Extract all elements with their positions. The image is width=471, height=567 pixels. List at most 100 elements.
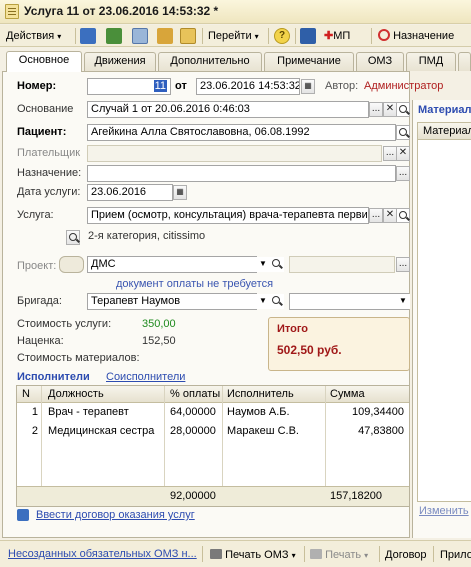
print-button[interactable]: Печать ▾ bbox=[310, 546, 368, 564]
chevron-down-icon[interactable]: ▼ bbox=[256, 257, 270, 272]
help-icon[interactable]: ? bbox=[274, 28, 290, 44]
footer-sum: 157,18200 bbox=[330, 490, 382, 502]
printer-icon bbox=[210, 549, 222, 559]
basis-label: Основание bbox=[17, 103, 74, 115]
table-row[interactable]: 1 Врач - терапевт 64,00000 Наумов А.Б. 1… bbox=[17, 404, 409, 422]
apply-button[interactable]: Прило bbox=[440, 546, 471, 564]
chevron-down-icon[interactable]: ▼ bbox=[396, 294, 410, 309]
copy-icon[interactable] bbox=[132, 28, 148, 44]
mp-button[interactable]: ✚МП bbox=[324, 27, 350, 45]
col-header-n[interactable]: N bbox=[19, 386, 41, 403]
unfilled-omz-link[interactable]: Несозданных обязательных ОМЗ н... bbox=[8, 548, 197, 560]
cell-n: 1 bbox=[31, 406, 38, 418]
cell-sum: 109,34400 bbox=[352, 406, 404, 418]
materials-col-header[interactable]: Материал bbox=[420, 123, 471, 140]
col-header-percent[interactable]: % оплаты bbox=[167, 386, 223, 403]
payer-field[interactable] bbox=[87, 145, 382, 162]
service-select-button[interactable]: ... bbox=[369, 208, 383, 223]
cell-position: Врач - терапевт bbox=[48, 406, 129, 418]
project-field[interactable]: ДМС bbox=[87, 256, 257, 273]
service-clear-icon[interactable]: ✕ bbox=[383, 208, 397, 223]
assignment-button[interactable]: Назначение bbox=[378, 27, 454, 45]
cell-performer: Маракеш С.В. bbox=[227, 425, 299, 437]
table-row[interactable]: 2 Медицинская сестра 28,00000 Маракеш С.… bbox=[17, 423, 409, 441]
cell-position: Медицинская сестра bbox=[48, 425, 155, 437]
payment-note: документ оплаты не требуется bbox=[116, 278, 274, 290]
contract-link[interactable]: Ввести договор оказания услуг bbox=[36, 509, 195, 521]
service-label: Услуга: bbox=[17, 209, 54, 221]
tab-main[interactable]: Основное bbox=[6, 51, 82, 72]
brigade-field[interactable]: Терапевт Наумов bbox=[87, 293, 257, 310]
project-extra-field[interactable] bbox=[289, 256, 395, 273]
service-date-field[interactable]: 23.06.2016 bbox=[87, 184, 173, 201]
tab-additional[interactable]: Дополнительно bbox=[158, 52, 262, 71]
col-header-position[interactable]: Должность bbox=[45, 386, 163, 403]
contract-button[interactable]: Договор bbox=[385, 546, 427, 564]
tab-omz[interactable]: ОМЗ bbox=[356, 52, 404, 71]
project-extra-select[interactable]: ... bbox=[396, 257, 410, 272]
chevron-down-icon[interactable]: ▼ bbox=[256, 294, 270, 309]
materials-header: Материал bbox=[417, 122, 471, 140]
total-label: Итого bbox=[277, 323, 309, 335]
tab-strip: Основное Движения Дополнительно Примечан… bbox=[0, 51, 471, 72]
tab-pmd[interactable]: ПМД bbox=[406, 52, 456, 71]
patient-field[interactable]: Агейкина Алла Святославовна, 06.08.1992 bbox=[87, 124, 396, 141]
category-search-icon[interactable] bbox=[66, 230, 80, 245]
basis-open-icon[interactable] bbox=[396, 102, 410, 117]
project-label: Проект: bbox=[17, 260, 57, 272]
plus-cross-icon: ✚ bbox=[324, 30, 334, 42]
performers-tab[interactable]: Исполнители bbox=[17, 371, 90, 383]
document-icon bbox=[5, 4, 19, 19]
materials-panel: Материал Материал Изменить bbox=[412, 100, 471, 538]
col-header-performer[interactable]: Исполнитель bbox=[224, 386, 324, 403]
cell-percent: 28,00000 bbox=[170, 425, 216, 437]
table-header: N Должность % оплаты Исполнитель Сумма bbox=[17, 386, 409, 403]
payer-select-button[interactable]: ... bbox=[383, 146, 397, 161]
brigade-extra-field[interactable] bbox=[289, 293, 409, 310]
tab-movements[interactable]: Движения bbox=[84, 52, 156, 71]
refresh-icon[interactable] bbox=[106, 28, 122, 44]
chevron-down-icon: ▾ bbox=[254, 32, 259, 41]
markup-value: 152,50 bbox=[142, 335, 176, 347]
project-toggle[interactable] bbox=[59, 256, 84, 273]
title-bar: Услуга 11 от 23.06.2016 14:53:32 * bbox=[0, 0, 471, 24]
service-open-icon[interactable] bbox=[396, 208, 410, 223]
basis-clear-icon[interactable]: ✕ bbox=[383, 102, 397, 117]
brigade-open-icon[interactable] bbox=[270, 294, 284, 309]
performers-table: N Должность % оплаты Исполнитель Сумма 1… bbox=[16, 385, 410, 507]
number-label: Номер: bbox=[17, 80, 57, 92]
assignment-label: Назначение bbox=[393, 30, 455, 42]
attach-icon[interactable] bbox=[157, 28, 173, 44]
cell-performer: Наумов А.Б. bbox=[227, 406, 290, 418]
co-performers-tab[interactable]: Соисполнители bbox=[106, 371, 185, 383]
save-icon[interactable] bbox=[300, 28, 316, 44]
materials-list[interactable] bbox=[417, 140, 471, 502]
payer-clear-icon[interactable]: ✕ bbox=[396, 146, 410, 161]
actions-menu[interactable]: Действия ▾ bbox=[6, 27, 61, 45]
tab-overflow[interactable] bbox=[458, 52, 471, 71]
tab-note[interactable]: Примечание bbox=[264, 52, 354, 71]
cell-sum: 47,83800 bbox=[358, 425, 404, 437]
service-field[interactable]: Прием (осмотр, консультация) врача-терап… bbox=[87, 207, 369, 224]
cost-label: Стоимость услуги: bbox=[17, 318, 112, 330]
goto-menu[interactable]: Перейти ▾ bbox=[208, 27, 259, 45]
calendar-icon[interactable]: ▦ bbox=[173, 185, 187, 200]
basis-field[interactable]: Случай 1 от 20.06.2016 0:46:03 bbox=[87, 101, 369, 118]
edit-link[interactable]: Изменить bbox=[419, 505, 469, 517]
calendar-icon[interactable]: ▦ bbox=[301, 79, 315, 94]
brigade-label: Бригада: bbox=[17, 295, 62, 307]
print-omz-button[interactable]: Печать ОМЗ ▾ bbox=[210, 546, 296, 564]
project-open-icon[interactable] bbox=[270, 257, 284, 272]
post-icon[interactable] bbox=[80, 28, 96, 44]
structure-icon[interactable] bbox=[180, 28, 196, 44]
number-field[interactable]: 11 bbox=[87, 78, 171, 95]
basis-select-button[interactable]: ... bbox=[369, 102, 383, 117]
col-header-sum[interactable]: Сумма bbox=[327, 386, 407, 403]
assignment-field[interactable] bbox=[87, 165, 396, 182]
assignment-select-button[interactable]: ... bbox=[396, 166, 410, 181]
markup-label: Наценка: bbox=[17, 335, 64, 347]
date-field[interactable]: 23.06.2016 14:53:32 bbox=[196, 78, 300, 95]
mp-label: МП bbox=[333, 30, 351, 42]
patient-open-icon[interactable] bbox=[396, 125, 410, 140]
print-label: Печать bbox=[325, 549, 362, 561]
